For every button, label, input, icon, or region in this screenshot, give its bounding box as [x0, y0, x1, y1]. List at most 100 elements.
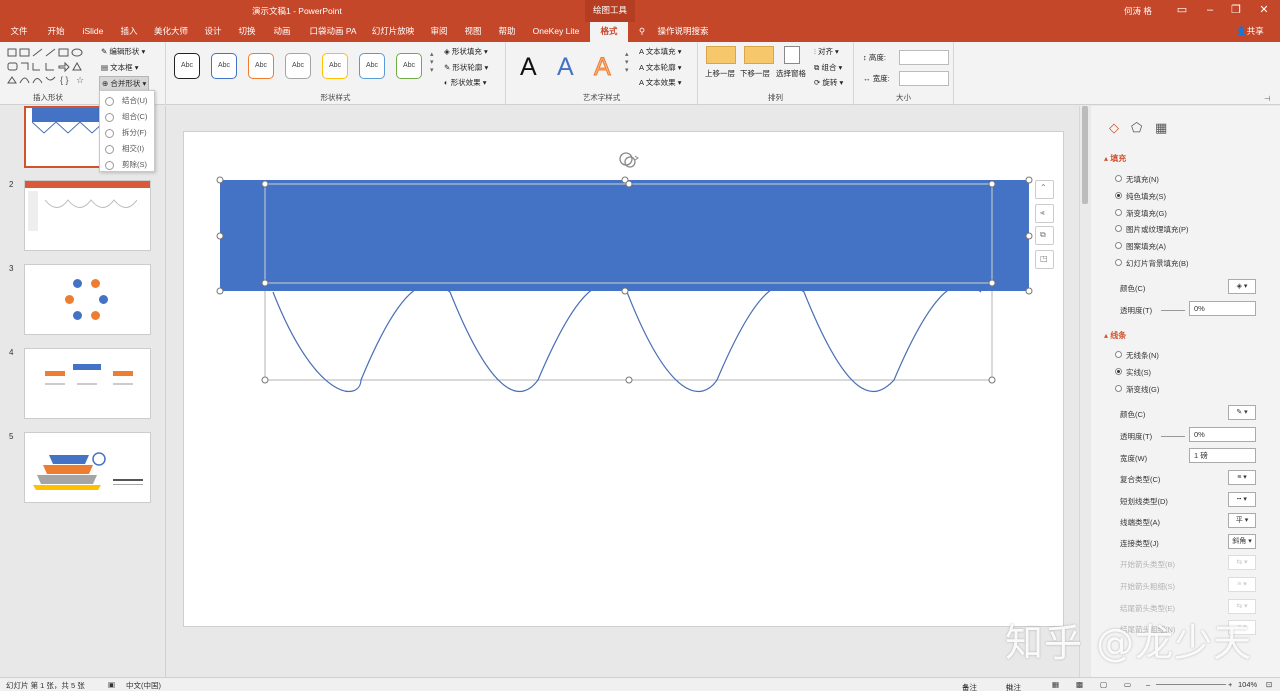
- scrollbar-thumb[interactable]: [1082, 106, 1088, 204]
- fill-line-tab-icon[interactable]: ◇: [1109, 120, 1119, 136]
- resize-handle[interactable]: [261, 279, 269, 287]
- slide-canvas[interactable]: [183, 131, 1064, 627]
- edit-shape-button[interactable]: ✎ 编辑形状 ▾: [101, 46, 145, 57]
- shape-gallery[interactable]: { } ☆: [6, 47, 94, 89]
- tab-design[interactable]: 设计: [196, 22, 230, 42]
- wordart-style-orange[interactable]: A: [594, 52, 612, 82]
- tell-me-search[interactable]: 操作说明搜索: [652, 22, 714, 42]
- editor-scrollbar[interactable]: [1079, 106, 1090, 677]
- fit-slide-icon[interactable]: ⊡: [1266, 680, 1272, 689]
- fill-color-picker[interactable]: ◈ ▾: [1228, 279, 1256, 294]
- slide-thumbnail-5[interactable]: [24, 432, 151, 503]
- tab-home[interactable]: 开始: [38, 22, 74, 42]
- shape-style-3[interactable]: Abc: [248, 53, 274, 79]
- resize-handle[interactable]: [1025, 287, 1033, 295]
- radio-gradient-line[interactable]: [1115, 385, 1122, 392]
- rotate-handle-icon[interactable]: [619, 152, 639, 168]
- crop-icon[interactable]: ◳: [1035, 250, 1054, 269]
- bring-forward-button[interactable]: 上移一层: [705, 68, 735, 79]
- tab-file[interactable]: 文件: [2, 22, 36, 42]
- tab-slideshow[interactable]: 幻灯片放映: [366, 22, 420, 42]
- tab-animations[interactable]: 动画: [264, 22, 300, 42]
- send-backward-button[interactable]: 下移一层: [740, 68, 770, 79]
- spellcheck-icon[interactable]: ▣: [108, 680, 115, 689]
- line-transparency-input[interactable]: 0%: [1189, 427, 1256, 442]
- tab-transitions[interactable]: 切换: [230, 22, 264, 42]
- dash-type-dropdown[interactable]: ┅ ▾: [1228, 492, 1256, 507]
- resize-handle[interactable]: [261, 180, 269, 188]
- fill-transparency-slider[interactable]: [1161, 310, 1185, 311]
- user-name[interactable]: 何涛 格: [1124, 5, 1152, 17]
- zoom-in-icon[interactable]: +: [1228, 680, 1232, 689]
- compound-type-dropdown[interactable]: ≡ ▾: [1228, 470, 1256, 485]
- shape-style-2[interactable]: Abc: [211, 53, 237, 79]
- rotate-button[interactable]: ⟳ 旋转 ▾: [814, 77, 843, 88]
- minimize-icon[interactable]: –: [1196, 0, 1224, 22]
- fill-transparency-input[interactable]: 0%: [1189, 301, 1256, 316]
- resize-handle[interactable]: [988, 180, 996, 188]
- shape-effects-button[interactable]: ◐ 形状效果 ▾: [444, 77, 486, 88]
- shape-style-7[interactable]: Abc: [396, 53, 422, 79]
- height-input[interactable]: [899, 50, 949, 65]
- resize-handle[interactable]: [1025, 232, 1033, 240]
- radio-solid-fill[interactable]: [1115, 192, 1122, 199]
- menu-item-intersect[interactable]: 相交(I): [100, 141, 156, 157]
- style-gallery-more-icon[interactable]: ▴ ▾ ▾: [430, 50, 434, 74]
- zoom-slider[interactable]: [1156, 684, 1226, 685]
- align-button[interactable]: ⫶ 对齐 ▾: [814, 46, 839, 57]
- radio-gradient-fill[interactable]: [1115, 209, 1122, 216]
- slide-thumbnail-2[interactable]: [24, 180, 151, 251]
- resize-handle[interactable]: [216, 176, 224, 184]
- menu-item-combine[interactable]: 组合(C): [100, 109, 156, 125]
- fill-section-header[interactable]: ▴ 填充: [1104, 153, 1126, 164]
- menu-item-fragment[interactable]: 拆分(F): [100, 125, 156, 141]
- collapse-ribbon-icon[interactable]: ⊣: [1264, 94, 1271, 103]
- tab-insert[interactable]: 插入: [112, 22, 146, 42]
- blue-rectangle[interactable]: [220, 180, 1029, 291]
- shape-style-4[interactable]: Abc: [285, 53, 311, 79]
- zoom-level[interactable]: 104%: [1238, 680, 1257, 689]
- shape-style-5[interactable]: Abc: [322, 53, 348, 79]
- layout-options-icon[interactable]: ⌃: [1035, 180, 1054, 199]
- tab-review[interactable]: 审阅: [422, 22, 456, 42]
- tab-islide[interactable]: iSlide: [76, 22, 110, 42]
- text-outline-button[interactable]: A 文本轮廓 ▾: [639, 62, 682, 73]
- resize-handle[interactable]: [261, 376, 269, 384]
- radio-no-line[interactable]: [1115, 351, 1122, 358]
- line-color-picker[interactable]: ✎ ▾: [1228, 405, 1256, 420]
- text-fill-button[interactable]: A 文本填充 ▾: [639, 46, 682, 57]
- size-properties-tab-icon[interactable]: ▦: [1155, 120, 1167, 136]
- wave-curve[interactable]: [272, 283, 982, 393]
- text-effects-button[interactable]: A 文本效果 ▾: [639, 77, 682, 88]
- effects-tab-icon[interactable]: ⬠: [1131, 120, 1142, 136]
- tab-onekey[interactable]: OneKey Lite: [526, 22, 586, 42]
- restore-icon[interactable]: ❐: [1222, 0, 1250, 22]
- close-icon[interactable]: ✕: [1250, 0, 1278, 22]
- align-shapes-icon[interactable]: ⫷: [1035, 204, 1054, 223]
- tab-pocket-animation[interactable]: 口袋动画 PA: [302, 22, 364, 42]
- shape-style-6[interactable]: Abc: [359, 53, 385, 79]
- resize-handle[interactable]: [216, 232, 224, 240]
- tab-view[interactable]: 视图: [456, 22, 490, 42]
- language[interactable]: 中文(中国): [126, 680, 161, 691]
- resize-handle[interactable]: [988, 279, 996, 287]
- line-width-input[interactable]: 1 磅: [1189, 448, 1256, 463]
- normal-view-icon[interactable]: ▦: [1052, 680, 1059, 689]
- shape-outline-button[interactable]: ✎ 形状轮廓 ▾: [444, 62, 488, 73]
- slide-thumbnail-3[interactable]: [24, 264, 151, 335]
- selection-pane-button[interactable]: 选择窗格: [776, 68, 806, 79]
- slide-thumbnail-4[interactable]: [24, 348, 151, 419]
- line-transparency-slider[interactable]: [1161, 436, 1185, 437]
- menu-item-subtract[interactable]: 剪除(S): [100, 157, 156, 173]
- width-input[interactable]: [899, 71, 949, 86]
- resize-handle[interactable]: [988, 376, 996, 384]
- resize-handle[interactable]: [1025, 176, 1033, 184]
- shape-fill-button[interactable]: ◈ 形状填充 ▾: [444, 46, 488, 57]
- ribbon-display-icon[interactable]: ▭: [1168, 0, 1196, 22]
- share-button[interactable]: 👤共享: [1232, 22, 1268, 42]
- radio-solid-line[interactable]: [1115, 368, 1122, 375]
- tab-format[interactable]: 格式: [590, 22, 628, 42]
- resize-handle[interactable]: [625, 180, 633, 188]
- radio-picture-fill[interactable]: [1115, 225, 1122, 232]
- menu-item-union[interactable]: 结合(U): [100, 93, 156, 109]
